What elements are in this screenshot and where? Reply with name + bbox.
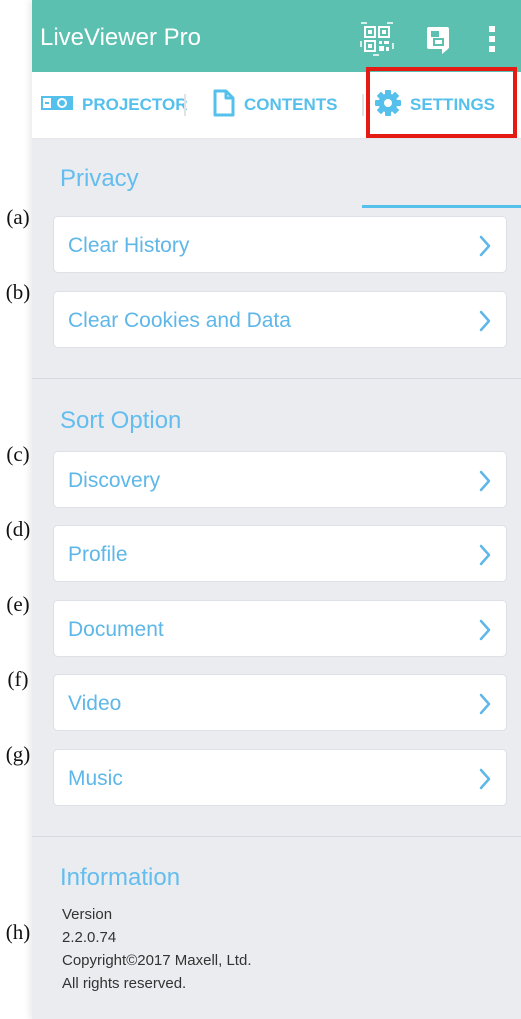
tab-projector-label: PROJECTOR bbox=[82, 95, 188, 114]
annotation-label-h: (h) bbox=[5, 920, 31, 944]
sort-music-button[interactable]: Music bbox=[53, 749, 507, 806]
tab-separator bbox=[184, 94, 186, 116]
chevron-right-icon bbox=[478, 469, 492, 498]
copyright-text: Copyright©2017 Maxell, Ltd. bbox=[62, 952, 252, 969]
tab-selected-indicator bbox=[362, 205, 521, 208]
tab-projector[interactable]: PROJECTOR bbox=[40, 72, 188, 138]
tab-contents[interactable]: CONTENTS bbox=[212, 72, 338, 138]
sort-video-button[interactable]: Video bbox=[53, 674, 507, 731]
chevron-right-icon bbox=[478, 309, 492, 338]
app-bar: LiveViewer Pro bbox=[32, 0, 521, 72]
qr-code-icon[interactable] bbox=[360, 22, 394, 61]
version-number: 2.2.0.74 bbox=[62, 929, 117, 946]
app-title: LiveViewer Pro bbox=[40, 24, 201, 51]
annotation-label-a: (a) bbox=[6, 205, 30, 229]
sort-profile-button[interactable]: Profile bbox=[53, 525, 507, 582]
sort-discovery-label: Discovery bbox=[68, 469, 161, 492]
section-title-information: Information bbox=[60, 864, 181, 891]
annotation-label-d: (d) bbox=[5, 517, 31, 541]
projector-icon bbox=[40, 93, 82, 118]
annotation-label-g: (g) bbox=[5, 742, 31, 766]
sort-video-label: Video bbox=[68, 692, 122, 715]
chevron-right-icon bbox=[478, 543, 492, 572]
sort-profile-label: Profile bbox=[68, 543, 128, 566]
settings-highlight-box bbox=[366, 67, 517, 138]
chevron-right-icon bbox=[478, 618, 492, 647]
more-vert-icon[interactable] bbox=[487, 24, 497, 59]
section-divider bbox=[32, 378, 521, 379]
chevron-right-icon bbox=[478, 234, 492, 263]
clear-cookies-label: Clear Cookies and Data bbox=[68, 309, 291, 332]
annotation-label-e: (e) bbox=[6, 592, 30, 616]
document-icon bbox=[212, 88, 244, 123]
section-title-sort-option: Sort Option bbox=[60, 407, 182, 434]
sort-music-label: Music bbox=[68, 767, 123, 790]
chevron-right-icon bbox=[478, 767, 492, 796]
cast-screen-icon[interactable] bbox=[424, 25, 454, 60]
annotation-label-f: (f) bbox=[7, 667, 29, 691]
clear-history-label: Clear History bbox=[68, 234, 190, 257]
sort-document-label: Document bbox=[68, 618, 164, 641]
version-label: Version bbox=[62, 906, 113, 923]
annotation-label-b: (b) bbox=[5, 280, 31, 304]
clear-history-button[interactable]: Clear History bbox=[53, 216, 507, 273]
clear-cookies-button[interactable]: Clear Cookies and Data bbox=[53, 291, 507, 348]
tab-contents-label: CONTENTS bbox=[244, 95, 338, 114]
sort-discovery-button[interactable]: Discovery bbox=[53, 451, 507, 508]
section-title-privacy: Privacy bbox=[60, 165, 139, 192]
section-divider bbox=[32, 836, 521, 837]
tab-separator bbox=[362, 94, 364, 116]
rights-text: All rights reserved. bbox=[62, 975, 187, 992]
sort-document-button[interactable]: Document bbox=[53, 600, 507, 657]
annotation-label-c: (c) bbox=[6, 442, 30, 466]
phone-screen: LiveViewer Pro PROJECTOR CONTENTS SETTIN… bbox=[32, 0, 521, 1019]
chevron-right-icon bbox=[478, 692, 492, 721]
